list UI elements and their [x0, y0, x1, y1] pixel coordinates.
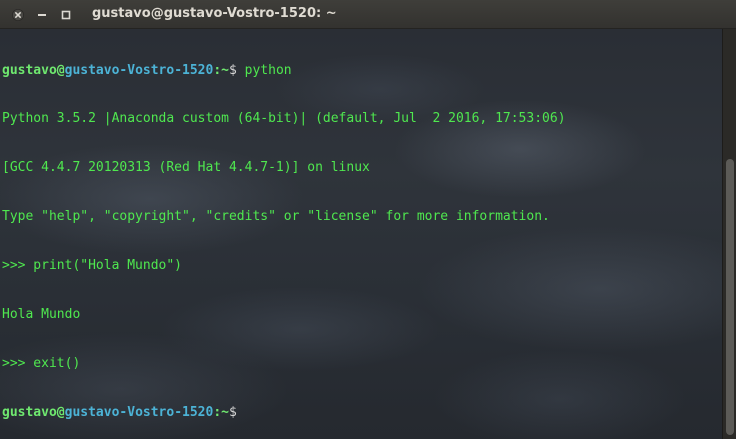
title-bar[interactable]: gustavo@gustavo-Vostro-1520: ~ — [0, 0, 736, 29]
maximize-button[interactable] — [58, 7, 74, 23]
prompt-dollar: $ — [229, 62, 237, 78]
prompt-at: @ — [56, 404, 65, 420]
output-line: [GCC 4.4.7 20120313 (Red Hat 4.4.7-1)] o… — [2, 160, 370, 176]
minimize-button[interactable] — [34, 7, 50, 23]
prompt-path: :~ — [213, 404, 229, 420]
close-icon — [12, 9, 24, 21]
prompt-at: @ — [56, 62, 65, 78]
prompt-line: gustavo@gustavo-Vostro-1520:~$ python — [2, 63, 722, 79]
prompt-line: gustavo@gustavo-Vostro-1520:~$ — [2, 405, 722, 421]
maximize-icon — [61, 10, 71, 20]
minimize-icon — [38, 14, 46, 16]
prompt-host: gustavo-Vostro-1520 — [64, 404, 214, 420]
prompt-user: gustavo — [2, 404, 57, 420]
prompt-user: gustavo — [2, 62, 57, 78]
prompt-command: python — [236, 62, 292, 78]
prompt-host: gustavo-Vostro-1520 — [64, 62, 214, 78]
scrollbar-thumb[interactable] — [726, 159, 734, 435]
terminal-window: gustavo@gustavo-Vostro-1520: ~ gustavo@g… — [0, 0, 736, 439]
terminal-area[interactable]: gustavo@gustavo-Vostro-1520:~$ python Py… — [0, 29, 722, 439]
output-line: >>> exit() — [2, 355, 81, 371]
vertical-scrollbar[interactable] — [722, 29, 736, 439]
close-button[interactable] — [10, 7, 26, 23]
output-line: Hola Mundo — [2, 307, 81, 323]
terminal-output: gustavo@gustavo-Vostro-1520:~$ python Py… — [0, 29, 722, 439]
window-title: gustavo@gustavo-Vostro-1520: ~ — [92, 6, 337, 21]
output-line: >>> print("Hola Mundo") — [2, 258, 183, 274]
prompt-path: :~ — [213, 62, 229, 78]
prompt-dollar: $ — [229, 404, 237, 420]
output-line: Type "help", "copyright", "credits" or "… — [2, 209, 550, 225]
output-line: Python 3.5.2 |Anaconda custom (64-bit)| … — [2, 111, 566, 127]
